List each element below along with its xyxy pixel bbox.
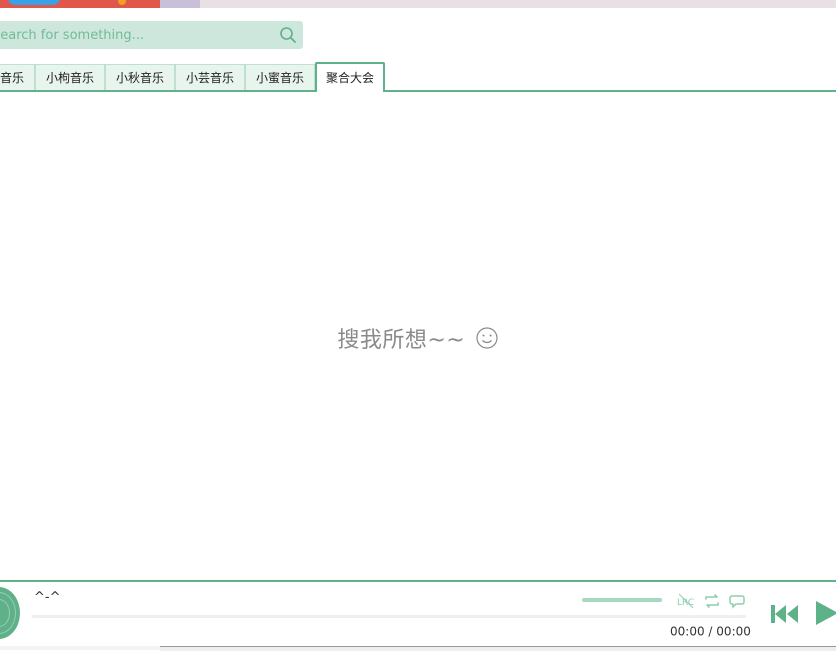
source-tabs: 小企音乐 小枸音乐 小秋音乐 小芸音乐 小蜜音乐 聚合大会 bbox=[0, 62, 836, 92]
empty-state-message: 搜我所想~~ bbox=[337, 328, 466, 353]
background-strip-purple bbox=[160, 0, 200, 8]
search-icon[interactable] bbox=[279, 26, 297, 44]
time-display: 00:00 / 00:00 bbox=[670, 624, 751, 639]
song-title: ^-^ bbox=[34, 590, 61, 605]
progress-bar[interactable] bbox=[32, 615, 746, 618]
current-time: 00:00 bbox=[670, 624, 705, 639]
play-icon[interactable] bbox=[814, 599, 836, 627]
window-bottom-edge bbox=[160, 646, 836, 651]
tabs-baseline bbox=[0, 90, 836, 92]
lyrics-icon[interactable]: LRC bbox=[676, 591, 696, 611]
tab-xiaoqiu-music[interactable]: 小秋音乐 bbox=[105, 64, 175, 90]
smiley-icon bbox=[476, 327, 498, 349]
album-disc[interactable] bbox=[0, 587, 20, 639]
empty-state: 搜我所想~~ bbox=[0, 322, 836, 354]
background-badge bbox=[8, 0, 60, 5]
repeat-icon[interactable] bbox=[702, 591, 722, 611]
tab-xiaomi-music[interactable]: 小蜜音乐 bbox=[245, 64, 315, 90]
total-time: 00:00 bbox=[716, 624, 751, 639]
time-separator: / bbox=[708, 624, 713, 639]
volume-slider[interactable] bbox=[582, 598, 662, 602]
background-strip bbox=[0, 0, 836, 8]
comment-icon[interactable] bbox=[727, 591, 747, 611]
window-bottom-left bbox=[0, 646, 160, 650]
player-bar: ^-^ LRC 00:00 / 00:00 bbox=[0, 580, 836, 652]
previous-track-icon[interactable] bbox=[770, 603, 800, 625]
search-input[interactable] bbox=[0, 26, 264, 44]
search-box bbox=[0, 21, 303, 49]
tab-aggregate[interactable]: 聚合大会 bbox=[315, 62, 385, 92]
tab-xiaoqi-music[interactable]: 小企音乐 bbox=[0, 64, 35, 90]
tab-xiaoyun-music[interactable]: 小芸音乐 bbox=[175, 64, 245, 90]
tab-xiaogou-music[interactable]: 小枸音乐 bbox=[35, 64, 105, 90]
